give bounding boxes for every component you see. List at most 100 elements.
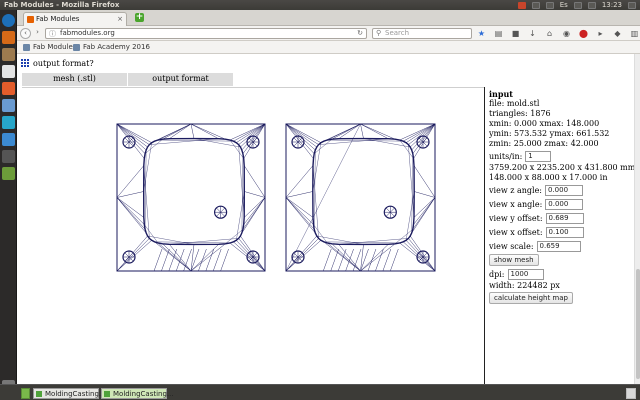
- view-y-offset-row: view y offset:: [489, 211, 634, 225]
- mesh-edge: [361, 124, 396, 139]
- writer-icon[interactable]: [2, 65, 15, 78]
- show-mesh-button[interactable]: show mesh: [489, 254, 539, 266]
- app2-icon[interactable]: [2, 133, 15, 146]
- arduino-icon[interactable]: [2, 116, 15, 129]
- firefox-icon[interactable]: [2, 31, 15, 44]
- units-input[interactable]: [525, 151, 551, 162]
- dpi-label: dpi:: [489, 270, 505, 279]
- url-bar[interactable]: ⓘ fabmodules.org ↻: [45, 28, 367, 39]
- view-z-input[interactable]: [545, 185, 583, 196]
- mesh-edge: [390, 208, 394, 212]
- mesh-edge: [169, 249, 177, 271]
- mesh-edge: [286, 124, 319, 145]
- mesh-edge: [286, 198, 313, 218]
- mail-icon[interactable]: [574, 2, 582, 9]
- mesh-edge: [169, 244, 191, 271]
- calculate-height-map-button[interactable]: calculate height map: [489, 292, 573, 304]
- bookmark-item[interactable]: Fab Academy 2016: [73, 41, 150, 54]
- mesh-edge: [125, 257, 129, 261]
- fab-logo-icon[interactable]: [21, 59, 30, 68]
- mesh-edge: [414, 198, 435, 218]
- view-scale-label: view scale:: [489, 242, 534, 251]
- mesh-viewer[interactable]: [22, 87, 485, 384]
- battery-icon[interactable]: [532, 2, 540, 9]
- sync-icon[interactable]: ▥: [630, 29, 639, 38]
- mesh-edge: [331, 249, 339, 271]
- software-center-icon[interactable]: [2, 82, 15, 95]
- mesh-edge: [323, 249, 331, 271]
- volume-icon[interactable]: [588, 2, 596, 9]
- x-range: xmin: 0.000 xmax: 148.000: [489, 119, 634, 129]
- view-z-label: view z angle:: [489, 186, 542, 195]
- trash-icon[interactable]: [626, 388, 636, 399]
- dpi-input[interactable]: [508, 269, 544, 280]
- mesh-edge: [339, 124, 361, 139]
- mesh-edge: [408, 238, 435, 271]
- mesh-edge: [406, 192, 414, 241]
- url-text: fabmodules.org: [60, 29, 115, 37]
- window-titlebar: Fab Modules - Mozilla Firefox Es 13:23: [0, 0, 640, 10]
- reading-list-icon[interactable]: ▤: [494, 29, 503, 38]
- mesh-edge: [294, 142, 298, 146]
- mesh-edge: [117, 238, 149, 271]
- update-icon[interactable]: [518, 2, 526, 9]
- back-button[interactable]: ‹: [20, 28, 31, 39]
- taskbar-item-label: MoldingCasting...: [45, 390, 106, 398]
- bookmark-icon: [23, 44, 30, 51]
- page-content: output format? mesh (.stl) output format…: [17, 54, 634, 384]
- mesh-edge: [236, 192, 244, 241]
- browser-tab[interactable]: Fab Modules ×: [23, 12, 127, 26]
- view-x-input[interactable]: [545, 199, 583, 210]
- lock-icon[interactable]: ■: [511, 29, 520, 38]
- terminal-icon[interactable]: [2, 150, 15, 163]
- extension2-icon[interactable]: ◆: [613, 29, 622, 38]
- clock[interactable]: 13:23: [602, 0, 622, 10]
- view-y-offset-input[interactable]: [546, 213, 584, 224]
- tab-mesh[interactable]: mesh (.stl): [22, 73, 128, 86]
- mesh-edge: [129, 253, 133, 257]
- close-icon[interactable]: ×: [117, 13, 123, 26]
- view-x-offset-input[interactable]: [546, 227, 584, 238]
- mesh-edge: [239, 238, 265, 271]
- scrollbar-thumb[interactable]: [636, 269, 640, 379]
- mesh-edge: [412, 154, 413, 233]
- view-scale-input[interactable]: [537, 241, 581, 252]
- page-scrollbar[interactable]: [634, 54, 640, 384]
- window-icon: [104, 391, 110, 397]
- forward-button[interactable]: ›: [32, 28, 43, 39]
- home-icon[interactable]: ⌂: [545, 29, 554, 38]
- view-y-offset-label: view y offset:: [489, 214, 543, 223]
- files-icon[interactable]: [2, 48, 15, 61]
- bookmark-item[interactable]: Fab Modules: [23, 41, 76, 54]
- settings-icon[interactable]: [628, 2, 636, 9]
- reload-icon[interactable]: ↻: [357, 29, 363, 38]
- app-icon[interactable]: [2, 99, 15, 112]
- app3-icon[interactable]: [2, 167, 15, 180]
- dash-icon[interactable]: [2, 14, 15, 27]
- browser-tabstrip: Fab Modules × +: [17, 10, 640, 26]
- taskbar-item-label: MoldingCasting...: [113, 390, 174, 398]
- width-px: width: 224482 px: [489, 281, 634, 291]
- mesh-edge: [317, 236, 364, 244]
- bookmark-star-icon[interactable]: ★: [477, 29, 486, 38]
- show-desktop-icon[interactable]: [21, 388, 30, 399]
- adblock-icon[interactable]: ⬤: [579, 29, 588, 38]
- window-title: Fab Modules - Mozilla Firefox: [4, 0, 119, 10]
- mesh-canvas[interactable]: [22, 88, 485, 384]
- tab-output-format[interactable]: output format: [128, 73, 234, 86]
- mesh-edge: [221, 208, 225, 212]
- download-icon[interactable]: ↓: [528, 29, 537, 38]
- new-tab-button[interactable]: +: [135, 13, 144, 22]
- bookmark-icon: [73, 44, 80, 51]
- info-icon[interactable]: ⓘ: [49, 30, 56, 39]
- keyboard-layout-icon[interactable]: Es: [560, 0, 568, 10]
- page-title[interactable]: output format?: [33, 59, 94, 68]
- pocket-icon[interactable]: ◉: [562, 29, 571, 38]
- mesh-edge: [158, 140, 233, 141]
- search-bar[interactable]: ⚲ Search: [372, 28, 472, 39]
- extension-icon[interactable]: ▸: [596, 29, 605, 38]
- search-placeholder: Search: [385, 29, 409, 37]
- taskbar-item[interactable]: MoldingCasting...: [33, 388, 99, 399]
- taskbar-item[interactable]: MoldingCasting...: [101, 388, 167, 399]
- wifi-icon[interactable]: [546, 2, 554, 9]
